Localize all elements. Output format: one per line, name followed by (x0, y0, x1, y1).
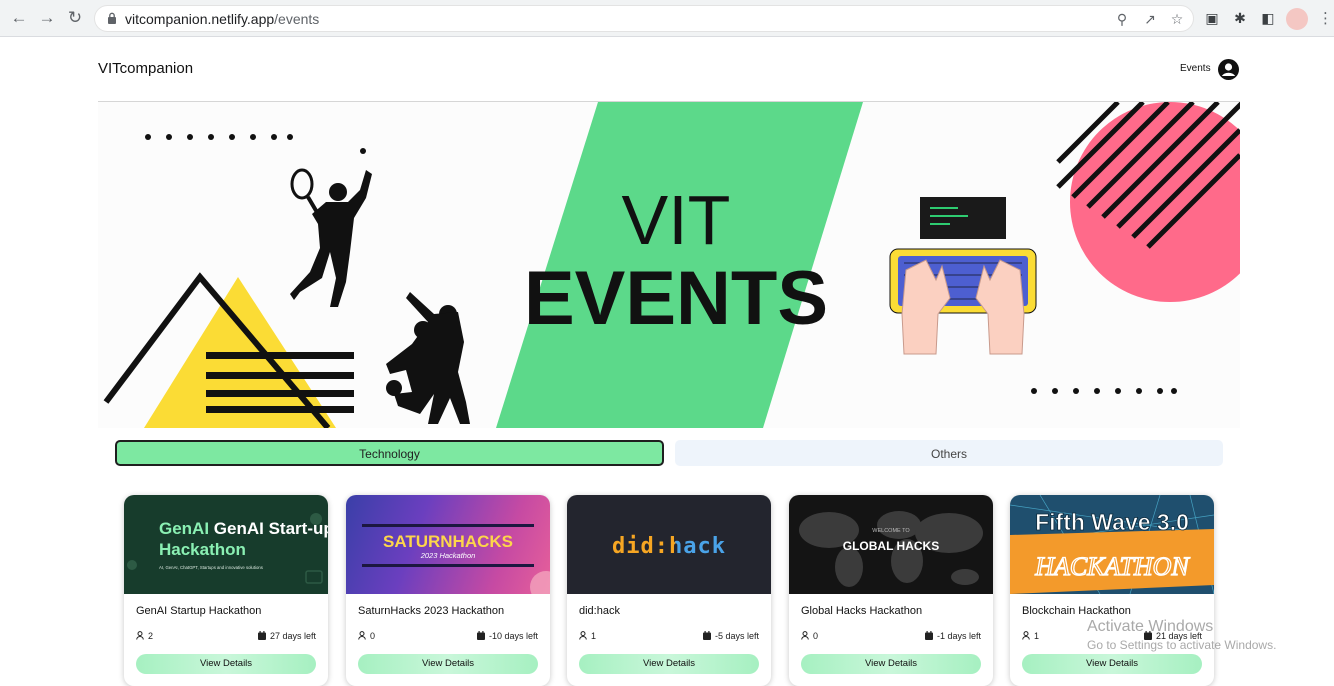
card5-image-line1: Fifth Wave 3.0 (1035, 509, 1189, 535)
activation-watermark: Activate Windows Go to Settings to activ… (1087, 618, 1276, 652)
banner-title-events: EVENTS (524, 256, 828, 341)
event-card: SATURNHACKS 2023 Hackathon SaturnHacks 2… (346, 495, 550, 686)
calendar-icon (924, 631, 933, 640)
event-card-image: GenAI GenAI Start-up Hackathon AI, GenAI… (124, 495, 328, 594)
event-card-image: WELCOME TO GLOBAL HACKS (789, 495, 993, 594)
reload-icon[interactable]: ↻ (65, 8, 85, 28)
browser-toolbar: ← → ↻ vitcompanion.netlify.app/events ⚲ … (0, 0, 1334, 37)
forward-arrow-icon[interactable]: → (37, 8, 57, 28)
picture-in-picture-icon[interactable]: ▣ (1203, 9, 1221, 27)
event-title: SaturnHacks 2023 Hackathon (358, 605, 505, 617)
view-details-button[interactable]: View Details (136, 654, 316, 674)
event-card: GenAI GenAI Start-up Hackathon AI, GenAI… (124, 495, 328, 686)
address-bar[interactable]: vitcompanion.netlify.app/events ⚲ ↗ ☆ (94, 5, 1194, 32)
view-details-button[interactable]: View Details (358, 654, 538, 674)
days-left: -5 days left (702, 631, 759, 641)
user-icon (136, 631, 144, 640)
side-panel-icon[interactable]: ◧ (1259, 9, 1277, 27)
event-card-image: Fifth Wave 3.0 HACKATHON (1010, 495, 1214, 594)
card1-image-line1: GenAI Start-up (214, 519, 328, 538)
calendar-icon (257, 631, 266, 640)
zoom-icon[interactable]: ⚲ (1113, 10, 1131, 28)
svg-text:GenAI GenAI Start-up: GenAI GenAI Start-up (159, 519, 328, 538)
calendar-icon (476, 631, 485, 640)
tab-technology[interactable]: Technology (115, 440, 664, 466)
watermark-subtitle: Go to Settings to activate Windows. (1087, 638, 1277, 652)
back-arrow-icon[interactable]: ← (9, 8, 29, 28)
participants-count: 0 (801, 631, 818, 641)
user-icon (801, 631, 809, 640)
events-banner: VIT EVENTS (98, 102, 1240, 428)
user-icon (1022, 631, 1030, 640)
event-card: WELCOME TO GLOBAL HACKS Global Hacks Hac… (789, 495, 993, 686)
event-card-image: did:hack (567, 495, 771, 594)
days-left: -1 days left (924, 631, 981, 641)
days-left: 27 days left (257, 631, 316, 641)
tab-others[interactable]: Others (675, 440, 1223, 466)
lock-icon (108, 12, 116, 24)
watermark-title: Activate Windows (1087, 618, 1214, 635)
bookmark-star-icon[interactable]: ☆ (1168, 10, 1186, 28)
nav-link-events[interactable]: Events (1180, 63, 1211, 74)
card2-image-line1: SATURNHACKS (383, 532, 513, 551)
participants-count: 2 (136, 631, 153, 641)
calendar-icon (702, 631, 711, 640)
view-details-button[interactable]: View Details (1022, 654, 1202, 674)
kebab-menu-icon[interactable]: ⋮ (1318, 9, 1333, 27)
days-left: -10 days left (476, 631, 538, 641)
event-title: GenAI Startup Hackathon (136, 605, 262, 617)
card5-image-line2: HACKATHON (1034, 552, 1190, 581)
card1-image-line2: Hackathon (159, 540, 246, 559)
card4-image-line2: GLOBAL HACKS (843, 539, 939, 553)
card3-image-line1: did:hack (612, 534, 726, 559)
event-title: did:hack (579, 605, 620, 617)
view-details-button[interactable]: View Details (579, 654, 759, 674)
participants-count: 1 (1022, 631, 1039, 641)
extensions-icon[interactable]: ✱ (1231, 9, 1249, 27)
profile-avatar[interactable] (1286, 8, 1308, 30)
share-icon[interactable]: ↗ (1141, 10, 1159, 28)
card4-image-line1: WELCOME TO (872, 528, 910, 534)
user-icon (579, 631, 587, 640)
user-icon (358, 631, 366, 640)
url-text: vitcompanion.netlify.app/events (125, 11, 320, 27)
participants-count: 0 (358, 631, 375, 641)
participants-count: 1 (579, 631, 596, 641)
event-card-image: SATURNHACKS 2023 Hackathon (346, 495, 550, 594)
view-details-button[interactable]: View Details (801, 654, 981, 674)
banner-title-vit: VIT (622, 181, 731, 259)
event-card: Fifth Wave 3.0 HACKATHON Blockchain Hack… (1010, 495, 1214, 686)
event-title: Blockchain Hackathon (1022, 605, 1131, 617)
card1-image-caption: AI, GenAI, ChatGPT, Startups and innovat… (159, 565, 263, 570)
brand-logo-text[interactable]: VITcompanion (98, 60, 193, 77)
event-card: did:hack did:hack 1 -5 days left View De… (567, 495, 771, 686)
event-title: Global Hacks Hackathon (801, 605, 923, 617)
card2-image-line2: 2023 Hackathon (420, 551, 476, 560)
user-account-icon[interactable] (1218, 59, 1239, 80)
